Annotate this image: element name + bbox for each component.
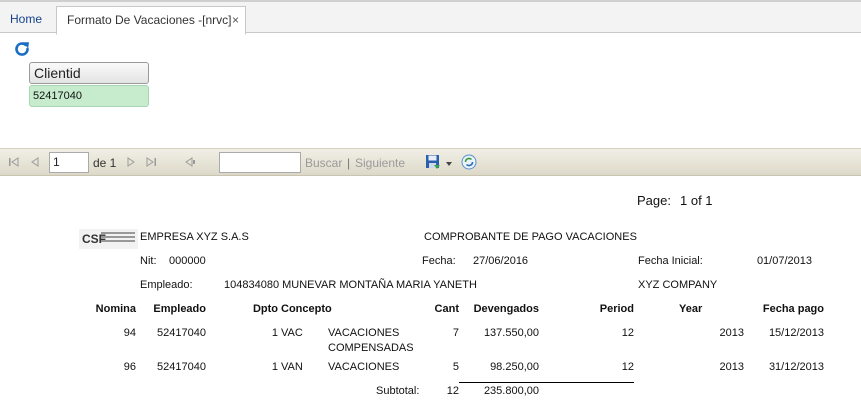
first-page-icon[interactable] bbox=[7, 155, 21, 169]
cell-fecha-pago: 31/12/2013 bbox=[768, 361, 824, 373]
col-dpto: Dpto bbox=[252, 303, 278, 315]
company-alt: XYZ COMPANY bbox=[638, 279, 718, 291]
cell-codigo: VAC bbox=[281, 327, 303, 339]
cell-concepto-line2: COMPENSADAS bbox=[328, 342, 414, 354]
tab-label: Formato De Vacaciones -[nrvc] bbox=[67, 13, 232, 27]
cell-period: 12 bbox=[621, 361, 634, 373]
page-number-input[interactable]: 1 bbox=[49, 152, 89, 173]
page-count-label: de 1 bbox=[93, 156, 117, 170]
tab-home[interactable]: Home bbox=[0, 6, 52, 35]
empleado-label: Empleado: bbox=[140, 279, 193, 291]
cell-nomina: 96 bbox=[123, 361, 136, 373]
refresh-report-icon[interactable] bbox=[461, 154, 477, 170]
cell-period: 12 bbox=[621, 327, 634, 339]
cell-empleado: 52417040 bbox=[157, 327, 206, 339]
fecha-inicial-label: Fecha Inicial: bbox=[638, 255, 703, 267]
tab-formato-vacaciones[interactable]: Formato De Vacaciones -[nrvc] × bbox=[56, 6, 246, 35]
search-link[interactable]: Buscar bbox=[305, 149, 342, 177]
col-year: Year bbox=[679, 303, 703, 315]
clientid-label: Clientid bbox=[29, 62, 149, 84]
page-label: Page: bbox=[637, 193, 671, 208]
cell-devengados: 137.550,00 bbox=[483, 327, 539, 339]
search-input[interactable] bbox=[219, 152, 301, 173]
export-dropdown-icon[interactable] bbox=[445, 157, 453, 171]
subtotal-cant: 12 bbox=[446, 385, 459, 397]
cell-year: 2013 bbox=[719, 327, 744, 339]
toolbar-separator: | bbox=[347, 156, 351, 170]
clientid-field[interactable]: 52417040 bbox=[29, 85, 149, 107]
col-fecha-pago: Fecha pago bbox=[762, 303, 824, 315]
col-concepto: Concepto bbox=[281, 303, 332, 315]
nit-value: 000000 bbox=[169, 255, 206, 267]
tab-bar: Home Formato De Vacaciones -[nrvc] × bbox=[0, 0, 861, 35]
cell-concepto: VACACIONES bbox=[328, 327, 400, 339]
close-icon[interactable]: × bbox=[232, 7, 239, 33]
cell-nomina: 94 bbox=[123, 327, 136, 339]
previous-page-icon[interactable] bbox=[28, 155, 42, 169]
cell-codigo: VAN bbox=[281, 361, 303, 373]
cell-cant: 7 bbox=[452, 327, 459, 339]
col-cant: Cant bbox=[434, 303, 459, 315]
subtotal-value: 235.800,00 bbox=[483, 385, 539, 397]
fecha-label: Fecha: bbox=[422, 255, 456, 267]
col-empleado: Empleado bbox=[153, 303, 206, 315]
subtotal-label: Subtotal: bbox=[376, 385, 420, 397]
empleado-value: 104834080 MUNEVAR MONTAÑA MARIA YANETH bbox=[224, 279, 477, 291]
nit-label: Nit: bbox=[140, 255, 157, 267]
back-to-parent-icon[interactable] bbox=[183, 155, 197, 169]
subtotal-divider bbox=[459, 382, 634, 383]
refresh-icon[interactable] bbox=[13, 40, 31, 58]
cell-dpto: 1 bbox=[271, 327, 278, 339]
fecha-value: 27/06/2016 bbox=[473, 255, 529, 267]
col-nomina: Nomina bbox=[95, 303, 136, 315]
col-devengados: Devengados bbox=[473, 303, 539, 315]
last-page-icon[interactable] bbox=[144, 155, 158, 169]
company-logo: CSF bbox=[79, 229, 138, 249]
cell-year: 2013 bbox=[719, 361, 744, 373]
report-toolbar: 1 de 1 Buscar | Siguiente bbox=[0, 148, 861, 176]
fecha-inicial-value: 01/07/2013 bbox=[756, 255, 812, 267]
col-period: Period bbox=[599, 303, 634, 315]
page-value: 1 of 1 bbox=[680, 193, 713, 208]
next-page-icon[interactable] bbox=[124, 155, 138, 169]
export-save-icon[interactable] bbox=[425, 154, 441, 170]
cell-devengados: 98.250,00 bbox=[490, 361, 539, 373]
next-link[interactable]: Siguiente bbox=[355, 149, 405, 177]
company-name: EMPRESA XYZ S.A.S bbox=[140, 231, 249, 243]
cell-empleado: 52417040 bbox=[157, 361, 206, 373]
cell-concepto: VACACIONES bbox=[328, 361, 400, 373]
cell-fecha-pago: 15/12/2013 bbox=[768, 327, 824, 339]
report-title: COMPROBANTE DE PAGO VACACIONES bbox=[424, 231, 637, 243]
cell-cant: 5 bbox=[452, 361, 459, 373]
cell-dpto: 1 bbox=[271, 361, 278, 373]
